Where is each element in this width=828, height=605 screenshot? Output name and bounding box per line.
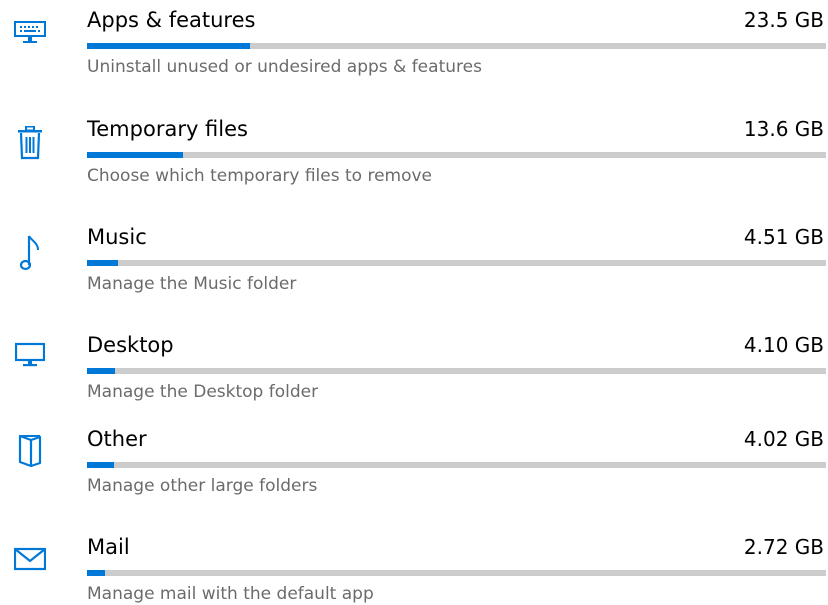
usage-bar	[87, 43, 826, 49]
item-description: Manage mail with the default app	[87, 584, 374, 604]
item-size: 4.02 GB	[743, 427, 824, 451]
item-size: 23.5 GB	[743, 8, 824, 32]
trash-icon	[8, 123, 52, 163]
usage-bar-fill	[87, 260, 119, 266]
usage-bar	[87, 462, 826, 468]
usage-bar-fill	[87, 368, 116, 374]
item-description: Uninstall unused or undesired apps & fea…	[87, 57, 482, 77]
item-size: 13.6 GB	[743, 117, 824, 141]
usage-bar-fill	[87, 462, 115, 468]
usage-bar-fill	[87, 152, 184, 158]
item-description: Manage the Music folder	[87, 274, 297, 294]
usage-bar	[87, 152, 826, 158]
item-title: Music	[87, 225, 147, 249]
usage-bar-fill	[87, 43, 250, 49]
item-title: Temporary files	[87, 117, 248, 141]
item-size: 2.72 GB	[743, 535, 824, 559]
apps-keyboard-icon	[8, 12, 52, 52]
item-title: Apps & features	[87, 8, 256, 32]
usage-bar-fill	[87, 570, 106, 576]
music-note-icon	[8, 233, 52, 273]
item-description: Manage other large folders	[87, 476, 318, 496]
item-title: Desktop	[87, 333, 174, 357]
desktop-monitor-icon	[8, 335, 52, 375]
item-description: Choose which temporary files to remove	[87, 166, 433, 186]
usage-bar	[87, 368, 826, 374]
item-size: 4.10 GB	[743, 333, 824, 357]
usage-bar	[87, 260, 826, 266]
item-size: 4.51 GB	[743, 225, 824, 249]
item-title: Mail	[87, 535, 130, 559]
item-description: Manage the Desktop folder	[87, 382, 319, 402]
item-title: Other	[87, 427, 147, 451]
folder-icon	[8, 431, 52, 471]
usage-bar	[87, 570, 826, 576]
mail-icon	[8, 539, 52, 579]
